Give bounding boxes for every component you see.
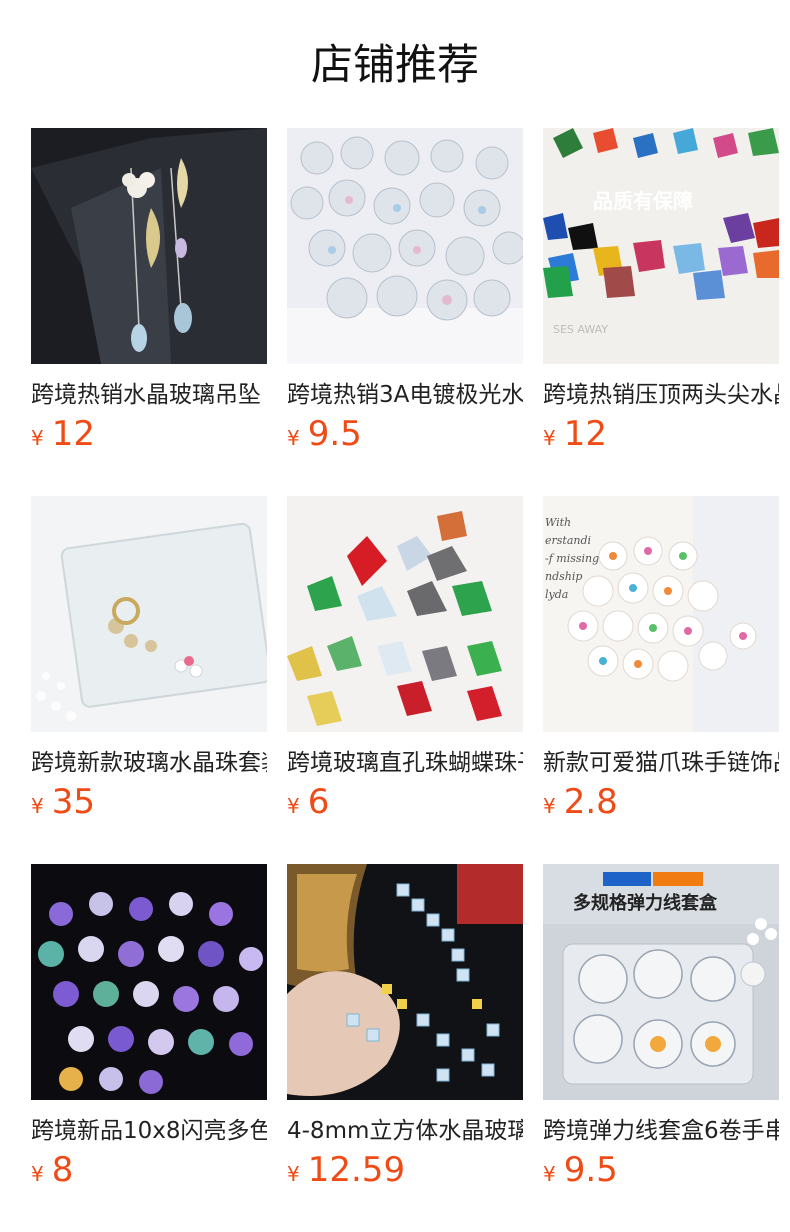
product-image[interactable]: With erstandi -f missing ndship lyda: [543, 496, 779, 732]
section-title: 店铺推荐: [310, 40, 479, 89]
product-name[interactable]: 跨境弹力线套盒6卷手串: [543, 1114, 779, 1148]
price-value: 9.5: [307, 414, 362, 454]
product-price: ¥2.8: [543, 782, 618, 826]
product-image[interactable]: [31, 864, 267, 1100]
product-price: ¥9.5: [543, 1150, 618, 1194]
product-card[interactable]: 多规格弹力线套盒 跨境弹力线套盒6卷手串 ¥9.5: [543, 864, 779, 1194]
product-price: ¥35: [31, 782, 95, 826]
price-value: 2.8: [563, 782, 618, 822]
product-card[interactable]: 跨境热销水晶玻璃吊坠 ¥12: [31, 128, 267, 458]
svg-text:erstandi: erstandi: [545, 534, 591, 547]
svg-text:ndship: ndship: [545, 570, 582, 583]
product-name[interactable]: 跨境新款玻璃水晶珠套装: [31, 746, 267, 780]
price-value: 12: [51, 414, 95, 454]
product-name[interactable]: 跨境热销水晶玻璃吊坠: [31, 378, 267, 412]
product-image[interactable]: [31, 496, 267, 732]
product-image[interactable]: 品质有保障 SES AWAY: [543, 128, 779, 364]
product-card[interactable]: 跨境新品10x8闪亮多色水晶 ¥8: [31, 864, 267, 1194]
product-price: ¥8: [31, 1150, 73, 1194]
product-name[interactable]: 新款可爱猫爪珠手链饰品: [543, 746, 779, 780]
svg-text:SES AWAY: SES AWAY: [553, 323, 608, 336]
price-value: 12.59: [307, 1150, 406, 1190]
image-overlay-text: 品质有保障: [593, 189, 693, 213]
section-header: 店铺推荐: [0, 0, 790, 128]
svg-text:lyda: lyda: [545, 588, 568, 601]
price-value: 12: [563, 414, 607, 454]
image-overlay-text: 多规格弹力线套盒: [573, 892, 718, 914]
currency-symbol: ¥: [287, 426, 300, 450]
price-value: 9.5: [563, 1150, 618, 1190]
product-image[interactable]: [31, 128, 267, 364]
product-name[interactable]: 跨境玻璃直孔珠蝴蝶珠子: [287, 746, 523, 780]
product-image[interactable]: [287, 128, 523, 364]
price-value: 35: [51, 782, 95, 822]
product-price: ¥6: [287, 782, 329, 826]
product-card[interactable]: 跨境热销3A电镀极光水晶 ¥9.5: [287, 128, 523, 458]
currency-symbol: ¥: [543, 794, 556, 818]
currency-symbol: ¥: [31, 1162, 44, 1186]
currency-symbol: ¥: [31, 426, 44, 450]
product-price: ¥12: [543, 414, 607, 458]
product-card[interactable]: With erstandi -f missing ndship lyda 新款可…: [543, 496, 779, 826]
price-value: 8: [51, 1150, 74, 1190]
svg-text:-f missing: -f missing: [545, 552, 599, 565]
product-name[interactable]: 跨境热销压顶两头尖水晶: [543, 378, 779, 412]
product-price: ¥12: [31, 414, 95, 458]
product-image[interactable]: [287, 864, 523, 1100]
product-card[interactable]: 跨境新款玻璃水晶珠套装 ¥35: [31, 496, 267, 826]
currency-symbol: ¥: [543, 426, 556, 450]
product-card[interactable]: 4-8mm立方体水晶玻璃珠 ¥12.59: [287, 864, 523, 1194]
svg-text:With: With: [545, 516, 571, 529]
currency-symbol: ¥: [31, 794, 44, 818]
currency-symbol: ¥: [287, 794, 300, 818]
product-card[interactable]: 品质有保障 SES AWAY 跨境热销压顶两头尖水晶 ¥12: [543, 128, 779, 458]
product-image[interactable]: [287, 496, 523, 732]
product-name[interactable]: 跨境新品10x8闪亮多色水晶: [31, 1114, 267, 1148]
price-value: 6: [307, 782, 330, 822]
currency-symbol: ¥: [287, 1162, 300, 1186]
product-card[interactable]: 跨境玻璃直孔珠蝴蝶珠子 ¥6: [287, 496, 523, 826]
product-name[interactable]: 4-8mm立方体水晶玻璃珠: [287, 1114, 523, 1148]
currency-symbol: ¥: [543, 1162, 556, 1186]
product-name[interactable]: 跨境热销3A电镀极光水晶: [287, 378, 523, 412]
product-price: ¥9.5: [287, 414, 362, 458]
product-price: ¥12.59: [287, 1150, 405, 1194]
product-image[interactable]: 多规格弹力线套盒: [543, 864, 779, 1100]
